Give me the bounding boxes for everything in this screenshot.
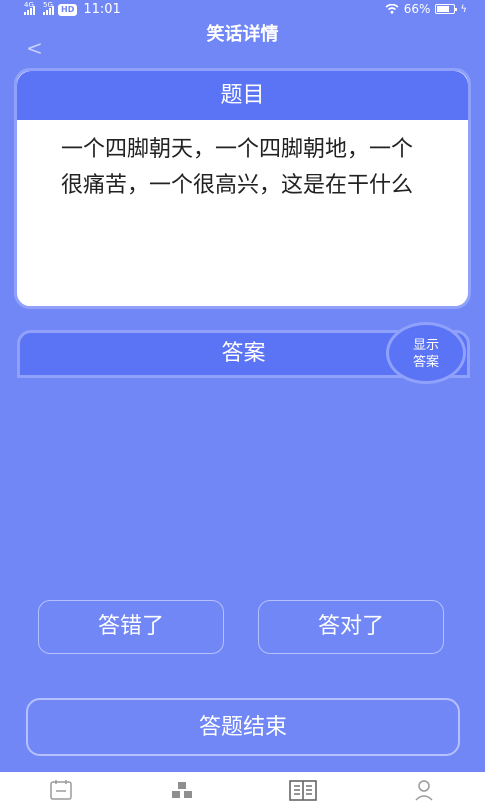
show-answer-label: 显示 答案 — [412, 338, 439, 370]
question-card: 题目 一个四脚朝天，一个四脚朝地，一个很痛苦，一个很高兴，这是在干什么 — [14, 68, 471, 309]
page-title: 笑话详情 — [206, 24, 279, 45]
tab-calendar[interactable] — [41, 775, 81, 805]
hd-badge: HD — [58, 3, 78, 16]
user-icon — [415, 780, 433, 801]
question-header: 题目 — [17, 71, 468, 120]
battery-percent: 66% — [403, 2, 431, 16]
signal-icon: 4G — [24, 1, 35, 15]
answered-correct-button[interactable]: 答对了 — [258, 600, 444, 654]
status-time: 11:01 — [83, 2, 121, 17]
battery-icon — [435, 4, 458, 14]
signal-icon-2: 5G — [43, 1, 54, 15]
tab-pyramid[interactable] — [162, 775, 202, 805]
tab-user[interactable] — [404, 775, 444, 805]
status-bar: 4G 5G HD 11:01 66% ϟ — [0, 0, 485, 20]
pyramid-icon — [171, 782, 192, 798]
show-answer-button[interactable]: 显示 答案 — [386, 322, 466, 384]
question-text: 一个四脚朝天，一个四脚朝地，一个很痛苦，一个很高兴，这是在干什么 — [61, 137, 414, 198]
tab-book[interactable] — [283, 775, 323, 805]
charging-icon: ϟ — [460, 3, 467, 15]
wifi-icon — [385, 4, 399, 14]
calendar-icon — [49, 780, 72, 800]
answered-wrong-button[interactable]: 答错了 — [38, 600, 224, 654]
tab-bar — [0, 772, 485, 808]
finish-button[interactable]: 答题结束 — [26, 698, 460, 756]
book-icon — [289, 780, 317, 801]
